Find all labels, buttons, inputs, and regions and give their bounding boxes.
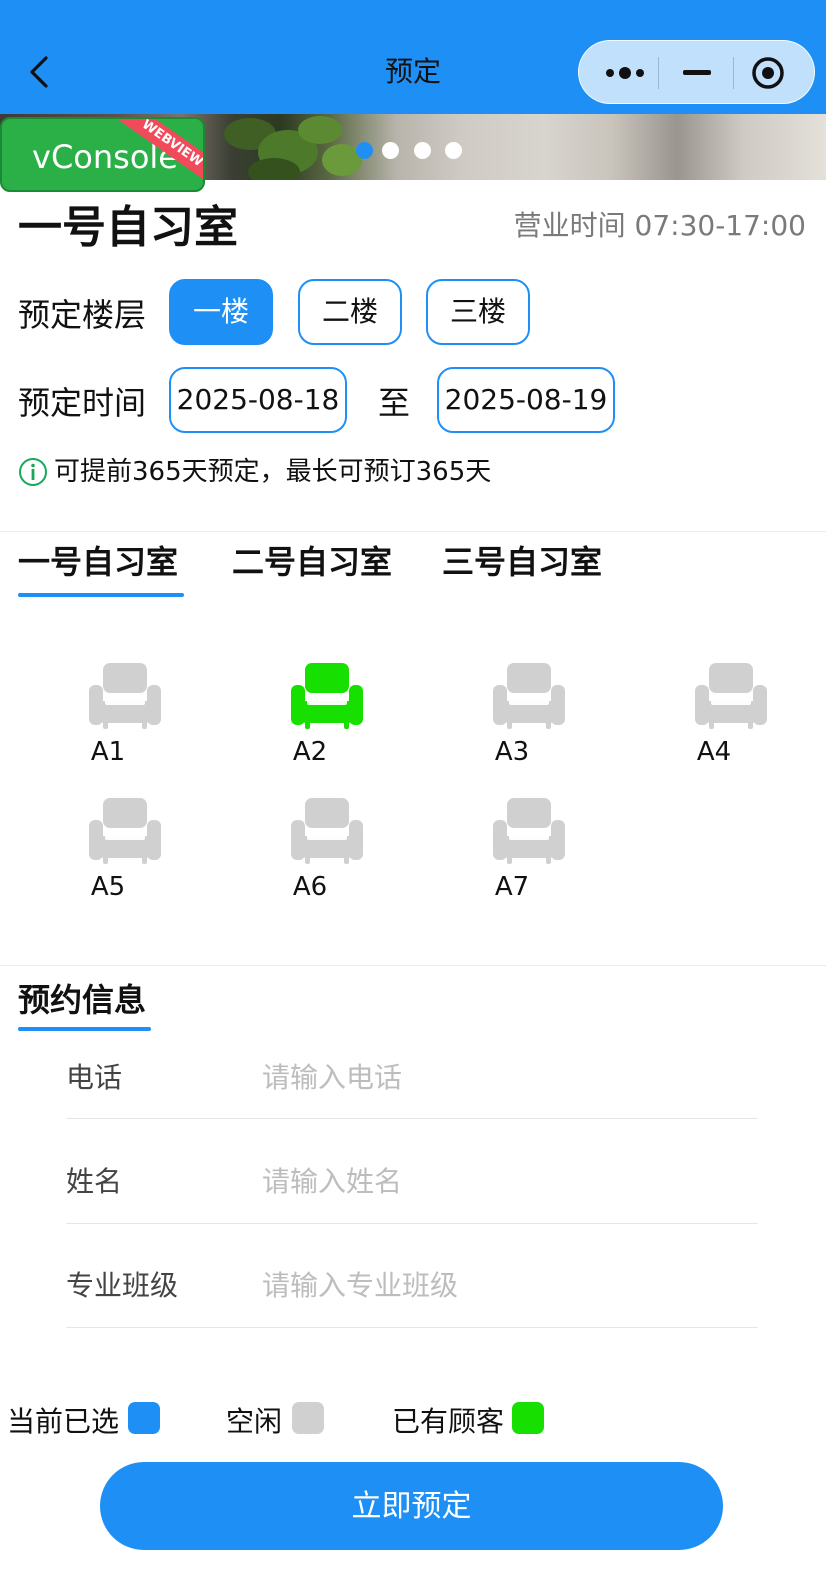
carousel-dot[interactable] xyxy=(445,142,462,159)
mini-program-capsule xyxy=(578,40,815,104)
seat-label: A3 xyxy=(494,737,530,767)
room-tabs: 一号自习室 二号自习室 三号自习室 xyxy=(0,540,826,600)
armchair-icon xyxy=(493,798,565,864)
capsule-separator xyxy=(658,57,659,89)
seat-a3[interactable]: A3 xyxy=(457,663,567,773)
armchair-icon xyxy=(695,663,767,729)
seat-label: A6 xyxy=(292,872,328,902)
class-label: 专业班级 xyxy=(66,1269,179,1302)
navigation-bar: 预定 xyxy=(0,0,826,114)
floor-label: 预定楼层 xyxy=(18,296,147,334)
legend-selected-label: 当前已选 xyxy=(7,1405,120,1438)
vconsole-button[interactable]: vConsole WEBVIEW xyxy=(0,117,205,192)
section-indicator xyxy=(18,1027,151,1031)
divider xyxy=(0,531,826,532)
seat-a4[interactable]: A4 xyxy=(659,663,769,773)
seat-a5[interactable]: A5 xyxy=(53,798,163,908)
end-date-picker[interactable]: 2025-08-19 xyxy=(437,367,615,433)
divider xyxy=(0,965,826,966)
seat-a2: A2 xyxy=(255,663,365,773)
more-icon[interactable] xyxy=(601,59,649,87)
seat-a7[interactable]: A7 xyxy=(457,798,567,908)
time-label: 预定时间 xyxy=(18,384,147,422)
phone-input[interactable] xyxy=(262,1058,742,1098)
carousel-dot[interactable] xyxy=(382,142,399,159)
floor-option-2[interactable]: 二楼 xyxy=(298,279,402,345)
seat-label: A1 xyxy=(90,737,126,767)
tab-room-2[interactable]: 二号自习室 xyxy=(232,540,392,584)
armchair-icon xyxy=(89,798,161,864)
active-tab-indicator xyxy=(18,593,184,597)
floor-option-3[interactable]: 三楼 xyxy=(426,279,530,345)
room-title: 一号自习室 xyxy=(18,202,238,253)
seat-label: A5 xyxy=(90,872,126,902)
legend-occupied-swatch xyxy=(512,1402,544,1434)
phone-label: 电话 xyxy=(66,1061,123,1094)
class-input[interactable] xyxy=(262,1266,742,1306)
field-divider xyxy=(66,1223,758,1224)
field-divider xyxy=(66,1327,758,1328)
info-icon xyxy=(19,458,47,486)
legend-occupied-label: 已有顾客 xyxy=(392,1405,505,1438)
banner-image xyxy=(224,116,362,180)
armchair-icon xyxy=(291,798,363,864)
minimize-icon[interactable] xyxy=(677,59,717,87)
carousel-dot[interactable] xyxy=(356,142,373,159)
legend-free-swatch xyxy=(292,1402,324,1434)
seat-label: A4 xyxy=(696,737,732,767)
close-target-icon[interactable] xyxy=(748,55,788,91)
notice-text: 可提前365天预定，最长可预订365天 xyxy=(54,457,492,487)
tab-room-1[interactable]: 一号自习室 xyxy=(18,540,178,584)
tab-room-3[interactable]: 三号自习室 xyxy=(442,540,602,584)
business-hours: 营业时间 07:30-17:00 xyxy=(513,209,806,242)
seat-a1[interactable]: A1 xyxy=(53,663,163,773)
seat-label: A7 xyxy=(494,872,530,902)
book-now-button[interactable]: 立即预定 xyxy=(100,1462,723,1550)
carousel-dot[interactable] xyxy=(414,142,431,159)
start-date-picker[interactable]: 2025-08-18 xyxy=(169,367,347,433)
name-input[interactable] xyxy=(262,1162,742,1202)
seat-a6[interactable]: A6 xyxy=(255,798,365,908)
floor-option-1[interactable]: 一楼 xyxy=(169,279,273,345)
seat-label: A2 xyxy=(292,737,328,767)
capsule-separator xyxy=(733,57,734,89)
armchair-icon xyxy=(493,663,565,729)
date-range-separator: 至 xyxy=(378,384,411,422)
legend-selected-swatch xyxy=(128,1402,160,1434)
booking-info-title: 预约信息 xyxy=(18,981,147,1019)
field-divider xyxy=(66,1118,758,1119)
armchair-icon xyxy=(89,663,161,729)
name-label: 姓名 xyxy=(66,1165,123,1198)
legend-free-label: 空闲 xyxy=(226,1405,283,1438)
armchair-icon xyxy=(291,663,363,729)
